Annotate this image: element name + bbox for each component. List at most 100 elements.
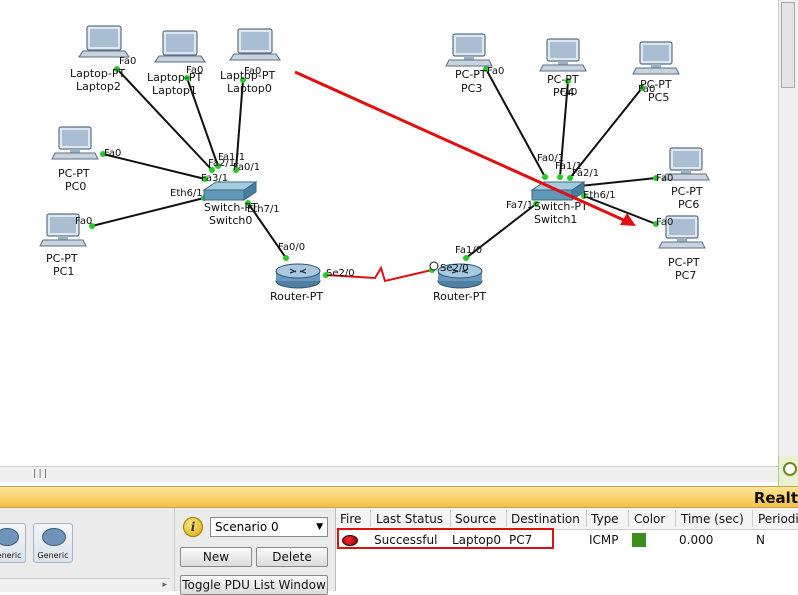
scrollbar-grip-icon[interactable]: ||| bbox=[32, 469, 48, 479]
router-icon bbox=[0, 528, 19, 546]
port-label: Fa0 bbox=[656, 173, 673, 184]
toggle-pdu-list-button[interactable]: Toggle PDU List Window bbox=[180, 575, 328, 595]
port-label: Eth6/1 bbox=[170, 188, 203, 199]
port-label: Eth6/1 bbox=[583, 190, 616, 201]
device-name-label: PC0 bbox=[65, 180, 86, 193]
pc-icon bbox=[445, 33, 493, 67]
port-label: Eth7/1 bbox=[247, 204, 280, 215]
delete-scenario-button[interactable]: Delete bbox=[256, 547, 328, 567]
pdu-color-swatch bbox=[632, 533, 646, 547]
scenario-select[interactable]: Scenario 0 ▼ bbox=[210, 517, 328, 537]
device-name-label: PC3 bbox=[461, 82, 482, 95]
port-label: Se2/0 bbox=[440, 263, 469, 274]
scroll-right-icon[interactable]: ▸ bbox=[162, 580, 167, 590]
chevron-down-icon[interactable]: ▼ bbox=[316, 518, 323, 536]
cell-time: 0.000 bbox=[679, 533, 714, 547]
column-header-periodic[interactable]: Periodi bbox=[758, 512, 798, 526]
workspace-vertical-scrollbar[interactable] bbox=[778, 0, 798, 466]
device-panel-scrollbar[interactable]: ▸ bbox=[0, 578, 170, 592]
port-label: Fa0 bbox=[638, 84, 655, 95]
realtime-clock-icon[interactable] bbox=[783, 462, 797, 476]
column-header-destination[interactable]: Destination bbox=[511, 512, 580, 526]
port-label: Fa0 bbox=[119, 56, 136, 67]
device-label: Generic bbox=[0, 551, 22, 560]
device-generic-router-2[interactable]: Generic bbox=[33, 523, 73, 563]
router0[interactable]: Router-PT bbox=[270, 263, 323, 303]
device-type-label: Laptop-PT bbox=[70, 67, 125, 80]
port-label: Fa0 bbox=[244, 66, 261, 77]
device-type-label: Router-PT bbox=[433, 290, 486, 303]
column-header-type[interactable]: Type bbox=[591, 512, 619, 526]
port-label: Fa7/1 bbox=[506, 200, 533, 211]
pc0[interactable]: PC-PT PC0 bbox=[51, 126, 99, 193]
port-label: Fa3/1 bbox=[201, 173, 228, 184]
port-label: Fa0 bbox=[656, 217, 673, 228]
column-header-fire[interactable]: Fire bbox=[340, 512, 361, 526]
scenario-selected-value: Scenario 0 bbox=[215, 520, 279, 534]
clock-icon bbox=[429, 261, 439, 271]
pc3[interactable]: PC-PT PC3 bbox=[445, 33, 493, 95]
column-header-last-status[interactable]: Last Status bbox=[376, 512, 443, 526]
column-header-color[interactable]: Color bbox=[634, 512, 665, 526]
annotation-highlight-box bbox=[337, 528, 554, 549]
device-label: Generic bbox=[37, 551, 69, 560]
pdu-list-header: Fire Last Status Source Destination Type… bbox=[336, 508, 798, 530]
port-label: Fa0 bbox=[104, 148, 121, 159]
laptop-icon bbox=[78, 25, 130, 58]
device-name-label: PC1 bbox=[53, 265, 74, 278]
device-name-label: Laptop2 bbox=[76, 80, 121, 93]
pc-icon bbox=[539, 38, 587, 72]
switch1[interactable]: Switch-PT Switch1 bbox=[531, 181, 588, 226]
device-type-label: PC-PT bbox=[547, 73, 579, 86]
laptop-icon bbox=[154, 30, 206, 63]
port-label: Fa0 bbox=[186, 65, 203, 76]
device-name-label: Switch0 bbox=[209, 214, 252, 227]
device-type-label: PC-PT bbox=[455, 68, 487, 81]
cell-periodic: N bbox=[756, 533, 765, 547]
device-name-label: PC6 bbox=[678, 198, 699, 211]
device-name-label: Laptop0 bbox=[227, 82, 272, 95]
port-label: Fa0 bbox=[560, 87, 577, 98]
realtime-mode-bar: Realt bbox=[0, 486, 798, 508]
annotation-arrow bbox=[294, 70, 636, 226]
column-header-source[interactable]: Source bbox=[455, 512, 496, 526]
pdu-list-table: Fire Last Status Source Destination Type… bbox=[335, 508, 798, 591]
logical-workspace[interactable]: Laptop-PT Laptop2 Laptop-PT Laptop1 Lapt… bbox=[0, 0, 778, 466]
switch-icon bbox=[203, 181, 257, 201]
port-label: Fa2/1 bbox=[208, 158, 235, 169]
port-label: Fa1/0 bbox=[455, 245, 482, 256]
bottom-panel: Generic Generic ▸ i Scenario 0 ▼ New Del… bbox=[0, 508, 798, 595]
laptop1[interactable]: Laptop-PT Laptop1 bbox=[147, 30, 206, 97]
laptop-icon bbox=[229, 28, 281, 61]
device-type-panel: Generic Generic ▸ bbox=[0, 508, 170, 592]
port-label: Fa0/0 bbox=[278, 242, 305, 253]
new-scenario-button[interactable]: New bbox=[180, 547, 252, 567]
router-icon bbox=[275, 263, 321, 289]
pc-icon bbox=[632, 41, 680, 75]
device-type-label: PC-PT bbox=[671, 185, 703, 198]
info-icon[interactable]: i bbox=[183, 517, 203, 537]
laptop0[interactable]: Laptop-PT Laptop0 bbox=[220, 28, 281, 95]
device-name-label: Laptop1 bbox=[152, 84, 197, 97]
pc-icon bbox=[51, 126, 99, 160]
topology-canvas[interactable]: Laptop-PT Laptop2 Laptop-PT Laptop1 Lapt… bbox=[0, 0, 778, 466]
cell-type: ICMP bbox=[589, 533, 619, 547]
port-label: Fa0 bbox=[75, 216, 92, 227]
device-type-label: PC-PT bbox=[668, 256, 700, 269]
device-generic-router-1[interactable]: Generic bbox=[0, 523, 26, 563]
workspace-horizontal-scrollbar[interactable]: ||| bbox=[0, 466, 778, 482]
realtime-label: Realt bbox=[753, 489, 798, 507]
scenario-panel: i Scenario 0 ▼ New Delete Toggle PDU Lis… bbox=[174, 508, 335, 595]
device-type-label: Router-PT bbox=[270, 290, 323, 303]
port-label: Fa0/1 bbox=[233, 162, 260, 173]
column-header-time[interactable]: Time (sec) bbox=[681, 512, 744, 526]
scrollbar-thumb[interactable] bbox=[781, 2, 795, 88]
port-label: Fa2/1 bbox=[572, 168, 599, 179]
device-name-label: PC7 bbox=[675, 269, 696, 282]
device-type-label: PC-PT bbox=[46, 252, 78, 265]
device-name-label: Switch1 bbox=[534, 213, 577, 226]
router-icon bbox=[42, 528, 66, 546]
realtime-mode-corner[interactable] bbox=[778, 456, 798, 486]
port-label: Se2/0 bbox=[326, 268, 355, 279]
port-label: Fa0 bbox=[487, 66, 504, 77]
